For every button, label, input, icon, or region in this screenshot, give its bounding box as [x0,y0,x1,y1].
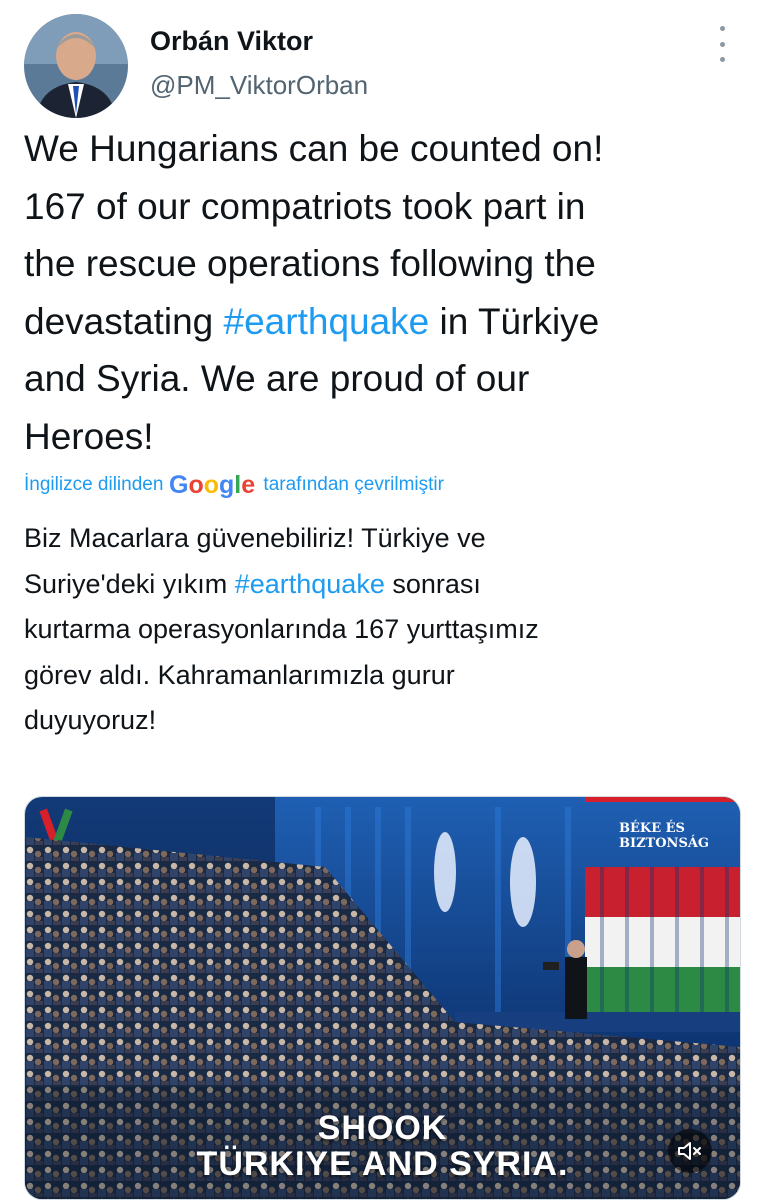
translated-line: sonrası [384,568,481,599]
tweet-line: devastating [24,300,224,342]
svg-text:Google: Google [169,471,255,499]
translated-line: kurtarma operasyonlarında 167 yurttaşımı… [24,614,539,644]
dot [719,26,725,31]
tweet-line: in Türkiye [429,300,600,342]
stage-banner-text: BÉKE ÉS BIZTONSÁG [619,821,710,851]
video-caption-line: SHOOK [317,1109,448,1147]
hashtag-link[interactable]: #earthquake [224,301,430,342]
translation-prefix: İngilizce dilinden [24,474,164,495]
translated-text: Biz Macarlara güvenebiliriz! Türkiye ve S… [24,516,739,744]
tweet-line: Heroes! [24,415,154,457]
translated-line: duyuyoruz! [24,705,157,735]
author-handle[interactable]: @PM_ViktorOrban [150,70,368,101]
tweet-text: We Hungarians can be counted on! 167 of o… [24,120,739,465]
translation-attribution[interactable]: İngilizce dilinden Google tarafından çev… [24,468,444,502]
tweet-line: We Hungarians can be counted on! [24,128,604,169]
video-caption-line: TÜRKIYE AND SYRIA. [196,1145,569,1183]
translated-line: görev aldı. Kahramanlarımızla gurur [24,659,455,690]
volume-muted-icon[interactable] [668,1129,712,1173]
google-logo-icon: Google [169,471,255,499]
tweet-line: and Syria. We are proud of our [24,358,530,399]
dot [719,41,725,47]
hashtag-link[interactable]: #earthquake [235,569,385,599]
dot [719,57,725,62]
translated-line: Biz Macarlara güvenebiliriz! Türkiye ve [24,523,486,553]
more-options-icon[interactable] [706,26,738,62]
tweet-line: 167 of our compatriots took part in [24,185,586,227]
tweet-line: the rescue operations following the [24,243,596,284]
avatar[interactable] [24,14,128,118]
author-name[interactable]: Orbán Viktor [150,26,313,57]
tweet-header: Orbán Viktor @PM_ViktorOrban [0,0,761,120]
translation-suffix: tarafından çevrilmiştir [263,474,444,495]
video-player[interactable]: BÉKE ÉS BIZTONSÁG SHOOK TÜRKIYE AND SYRI… [24,796,741,1200]
translated-line: Suriye'deki yıkım [24,568,235,599]
